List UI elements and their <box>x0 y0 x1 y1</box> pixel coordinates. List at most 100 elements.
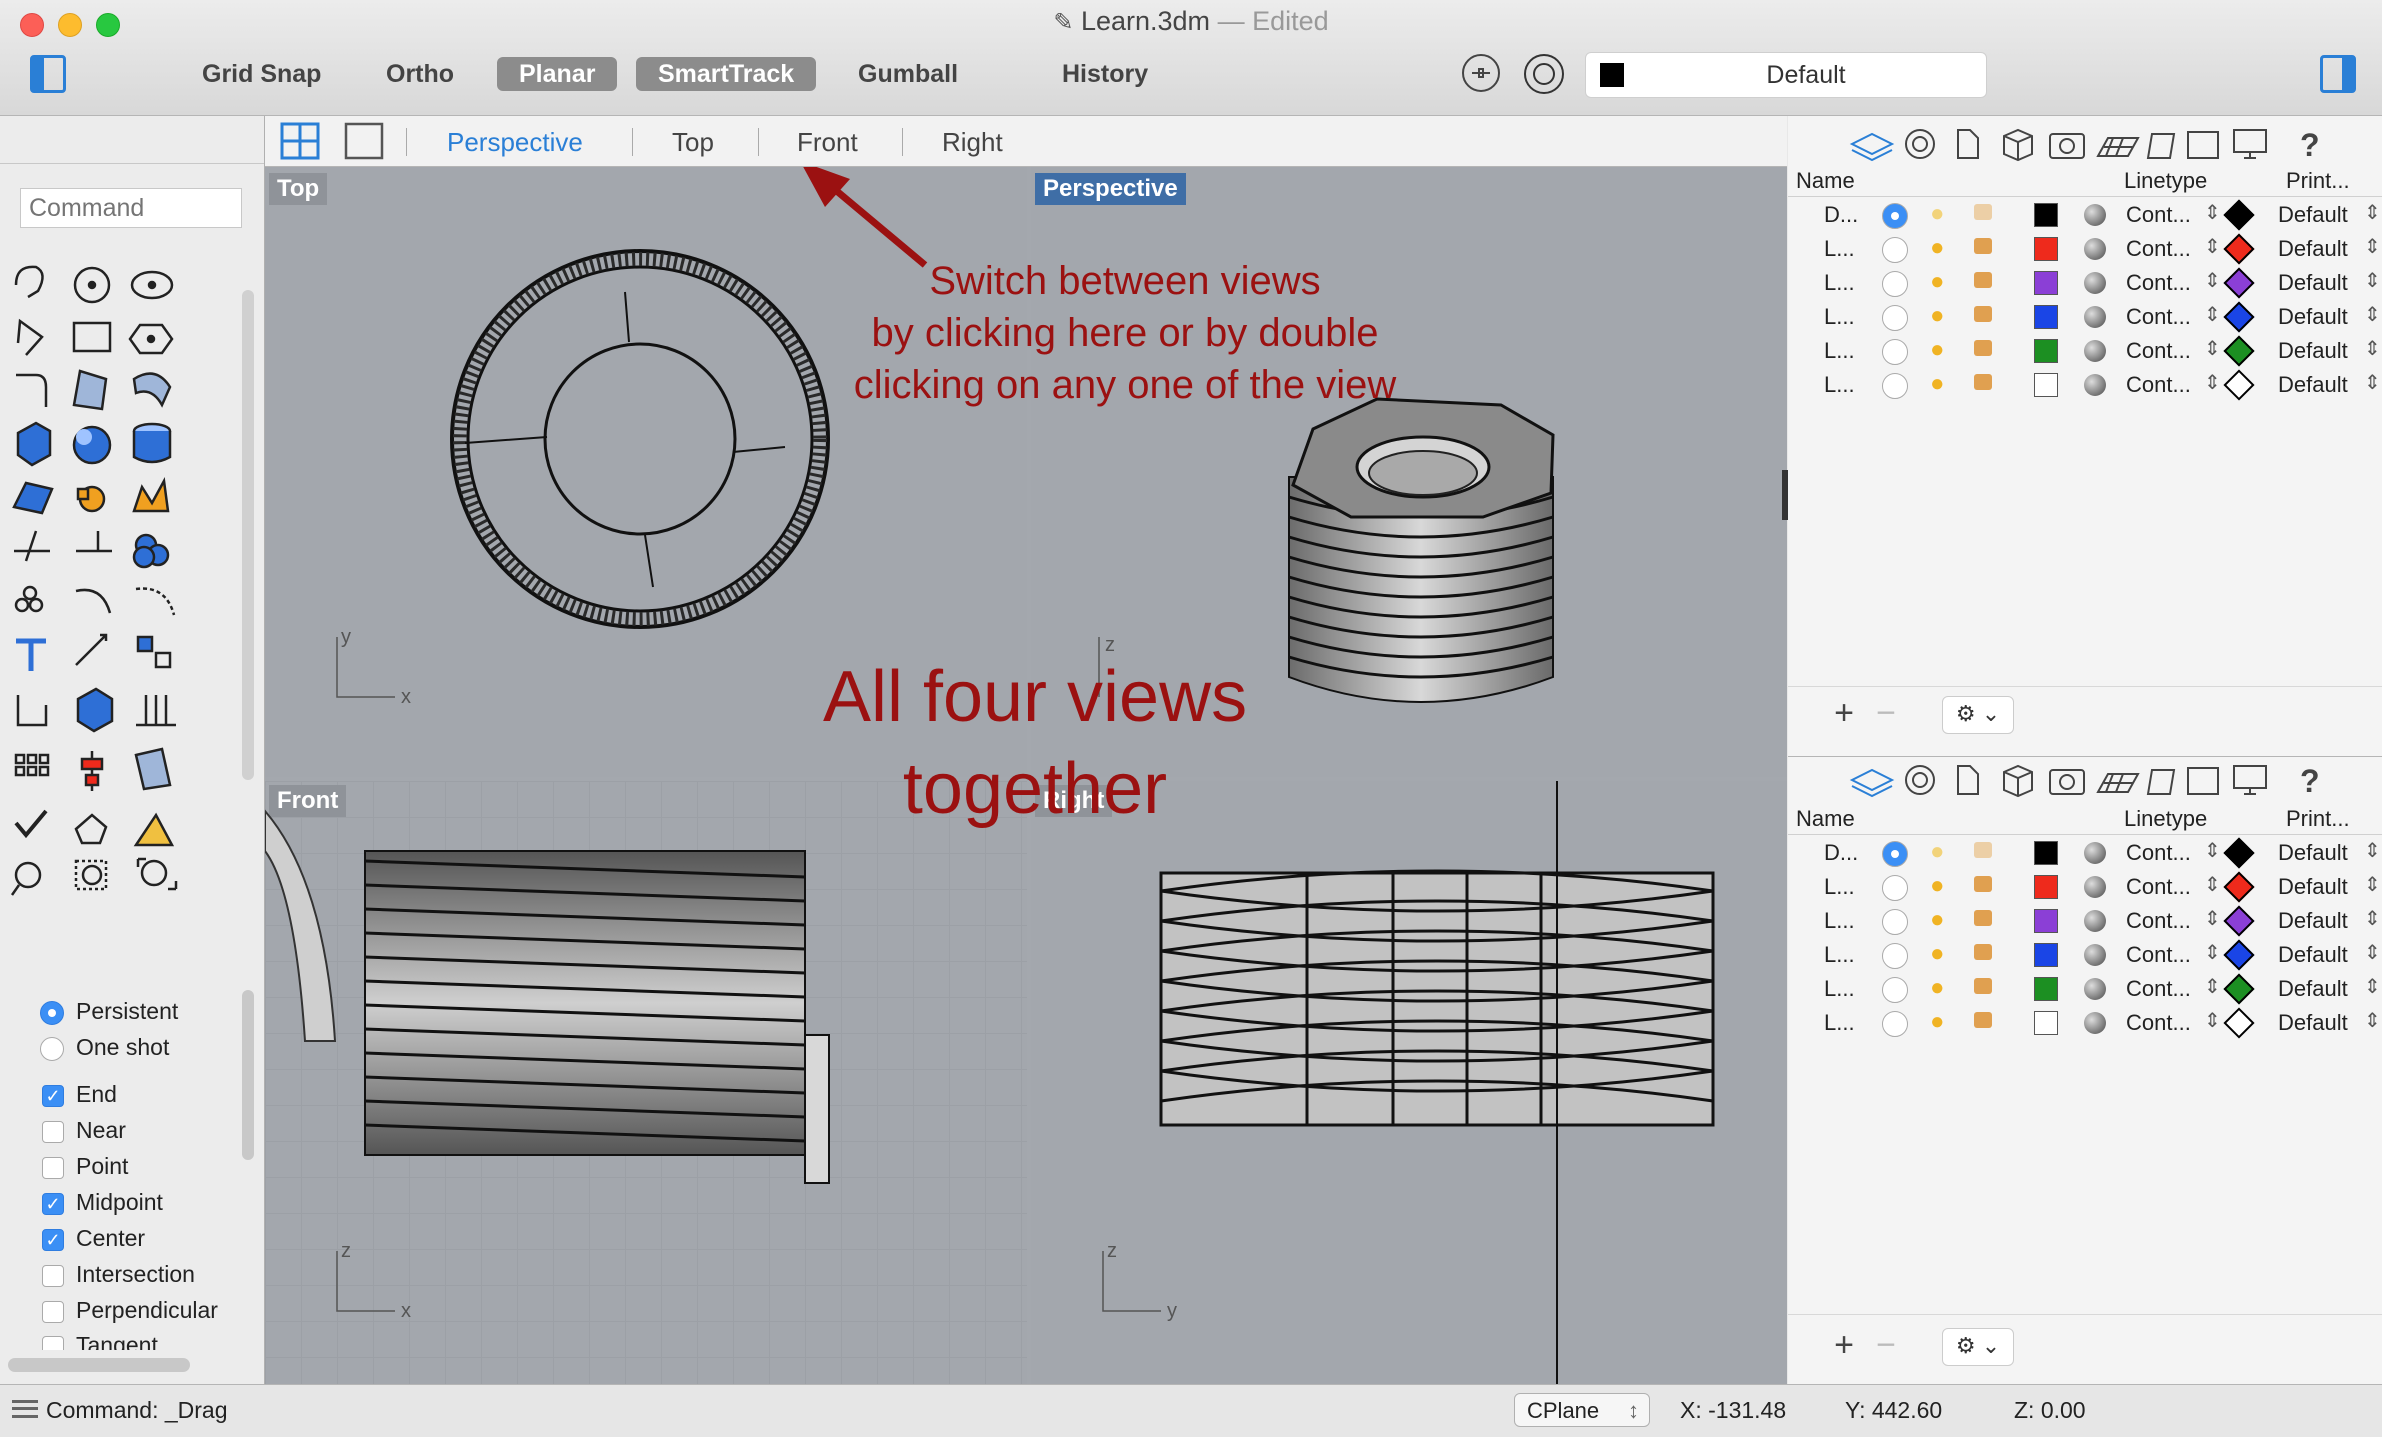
light-tool-icon[interactable] <box>133 812 175 847</box>
cplanes-icon[interactable] <box>2096 773 2140 793</box>
explode-tool-icon[interactable] <box>132 477 170 513</box>
print-color-swatch[interactable] <box>2223 973 2255 1005</box>
lock-icon[interactable] <box>1974 238 1992 254</box>
object-tab-icon[interactable] <box>2003 128 2033 162</box>
material-sphere-icon[interactable] <box>2084 910 2106 932</box>
chevron-updown-icon[interactable]: ⇕ <box>2364 200 2381 225</box>
lightbulb-icon[interactable]: ● <box>1930 1008 1945 1036</box>
current-layer-radio[interactable] <box>1882 339 1908 365</box>
box-solid-icon[interactable] <box>16 421 52 467</box>
current-layer-radio[interactable] <box>1882 909 1908 935</box>
toggle-sidebar-right-icon[interactable] <box>2320 55 2356 93</box>
chevron-updown-icon[interactable]: ⇕ <box>2204 370 2221 395</box>
lightbulb-icon[interactable]: ● <box>1930 234 1945 262</box>
chevron-updown-icon[interactable]: ⇕ <box>2364 872 2381 897</box>
material-sphere-icon[interactable] <box>2084 238 2106 260</box>
layers-header-name[interactable]: Name <box>1796 806 1855 832</box>
material-sphere-icon[interactable] <box>2084 944 2106 966</box>
lock-icon[interactable] <box>1974 1012 1992 1028</box>
current-layer-radio[interactable] <box>1882 305 1908 331</box>
delete-layer-button[interactable]: − <box>1866 1328 1906 1364</box>
current-layer-radio[interactable] <box>1882 237 1908 263</box>
print-color-swatch[interactable] <box>2223 233 2255 265</box>
boolean-tool-icon[interactable] <box>132 533 170 569</box>
layer-name[interactable]: L... <box>1824 1010 1855 1036</box>
layers-header-print[interactable]: Print... <box>2286 168 2350 194</box>
layer-color-swatch[interactable] <box>2034 339 2058 363</box>
chevron-updown-icon[interactable]: ⇕ <box>2364 838 2381 863</box>
lock-icon[interactable] <box>1974 340 1992 356</box>
osnap-center-checkbox[interactable]: ✓ <box>42 1229 64 1251</box>
sweep-surface-icon[interactable] <box>132 372 172 408</box>
layer-color-swatch[interactable] <box>2034 943 2058 967</box>
osnap-scrollbar[interactable] <box>242 990 254 1160</box>
lock-icon[interactable] <box>1974 204 1992 220</box>
dim-grid-icon[interactable] <box>136 695 176 727</box>
layer-linetype[interactable]: Cont... <box>2126 372 2191 398</box>
layer-print-width[interactable]: Default <box>2278 942 2348 968</box>
command-input[interactable] <box>20 188 242 228</box>
osnap-near-checkbox[interactable] <box>42 1121 64 1143</box>
layer-row[interactable]: D... ● Cont... ⇕ Default ⇕ <box>1788 198 2382 232</box>
print-color-swatch[interactable] <box>2223 369 2255 401</box>
layer-name[interactable]: L... <box>1824 942 1855 968</box>
lock-icon[interactable] <box>1974 978 1992 994</box>
lightbulb-icon[interactable]: ● <box>1930 268 1945 296</box>
material-sphere-icon[interactable] <box>2084 272 2106 294</box>
layer-name[interactable]: D... <box>1824 840 1858 866</box>
material-sphere-icon[interactable] <box>2084 876 2106 898</box>
layer-row[interactable]: L... ● Cont... ⇕ Default ⇕ <box>1788 972 2382 1006</box>
chevron-updown-icon[interactable]: ⇕ <box>2204 336 2221 361</box>
surface-from-curves-icon[interactable] <box>72 369 108 411</box>
tab-front[interactable]: Front <box>797 125 858 159</box>
delete-layer-button[interactable]: − <box>1866 696 1906 732</box>
layer-print-width[interactable]: Default <box>2278 304 2348 330</box>
lightbulb-icon[interactable]: ● <box>1930 336 1945 364</box>
check-tool-icon[interactable] <box>14 809 48 839</box>
named-views-icon[interactable] <box>2049 769 2085 795</box>
layers-header-linetype[interactable]: Linetype <box>2124 168 2207 194</box>
align-tool-icon[interactable] <box>80 751 104 791</box>
material-sphere-icon[interactable] <box>2084 204 2106 226</box>
blend-curve-icon[interactable] <box>135 587 176 616</box>
chevron-updown-icon[interactable]: ⇕ <box>2204 974 2221 999</box>
points-tool-icon[interactable] <box>14 585 44 613</box>
layout-tab-icon[interactable] <box>2146 769 2176 795</box>
layer-name[interactable]: L... <box>1824 372 1855 398</box>
layer-row[interactable]: L... ● Cont... ⇕ Default ⇕ <box>1788 938 2382 972</box>
layer-linetype[interactable]: Cont... <box>2126 908 2191 934</box>
layer-print-width[interactable]: Default <box>2278 270 2348 296</box>
layer-linetype[interactable]: Cont... <box>2126 1010 2191 1036</box>
properties-tab-icon[interactable] <box>1905 765 1935 795</box>
layer-row[interactable]: L... ● Cont... ⇕ Default ⇕ <box>1788 334 2382 368</box>
layer-color-swatch[interactable] <box>2034 875 2058 899</box>
chevron-updown-icon[interactable]: ⇕ <box>2204 906 2221 931</box>
zoom-window-icon[interactable] <box>74 859 108 891</box>
print-color-swatch[interactable] <box>2223 335 2255 367</box>
transform-puzzle-icon[interactable] <box>76 485 106 513</box>
mesh-tool-icon[interactable] <box>12 481 54 515</box>
add-layer-button[interactable]: + <box>1824 1328 1864 1364</box>
planar-button[interactable]: Planar <box>497 57 618 91</box>
layer-row[interactable]: L... ● Cont... ⇕ Default ⇕ <box>1788 904 2382 938</box>
polygon-tool-icon[interactable] <box>128 323 174 355</box>
cplanes-icon[interactable] <box>2096 137 2140 157</box>
dimension-tool-icon[interactable] <box>75 633 108 666</box>
material-sphere-icon[interactable] <box>2084 306 2106 328</box>
lightbulb-icon[interactable]: ● <box>1930 872 1945 900</box>
extract-tool-icon[interactable] <box>16 695 48 727</box>
polyline-tool-icon[interactable] <box>16 318 44 356</box>
current-layer-radio[interactable] <box>1882 875 1908 901</box>
material-sphere-icon[interactable] <box>2084 1012 2106 1034</box>
layer-color-swatch[interactable] <box>2034 1011 2058 1035</box>
layer-row[interactable]: L... ● Cont... ⇕ Default ⇕ <box>1788 266 2382 300</box>
material-sphere-icon[interactable] <box>2084 978 2106 1000</box>
add-layer-button[interactable]: + <box>1824 696 1864 732</box>
current-layer-radio[interactable] <box>1882 271 1908 297</box>
layers-tab-icon[interactable] <box>1849 768 1895 798</box>
lock-icon[interactable] <box>1974 842 1992 858</box>
layer-linetype[interactable]: Cont... <box>2126 338 2191 364</box>
lightbulb-icon[interactable]: ● <box>1930 838 1945 866</box>
print-color-swatch[interactable] <box>2223 939 2255 971</box>
layout-tab-icon[interactable] <box>2146 133 2176 159</box>
